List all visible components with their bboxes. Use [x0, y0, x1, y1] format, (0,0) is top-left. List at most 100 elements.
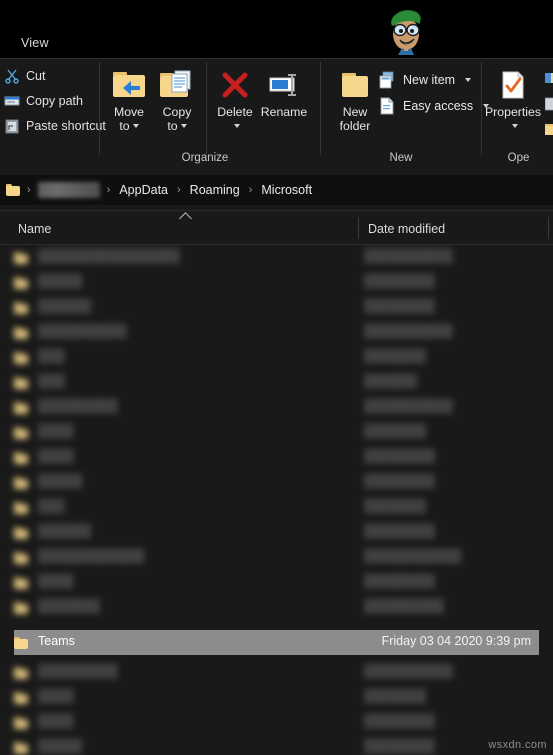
breadcrumb-user-redacted[interactable]	[37, 182, 100, 198]
list-item-redacted[interactable]: ███ ███████	[14, 345, 539, 370]
cartoon-avatar-watermark-icon	[378, 2, 434, 58]
copy-path-command[interactable]: Copy path	[4, 93, 83, 109]
copy-to-button[interactable]: Copy to	[148, 68, 206, 133]
chevron-down-icon[interactable]	[465, 78, 472, 82]
file-date-modified: ██████████	[364, 664, 453, 678]
file-name: ████	[38, 574, 74, 588]
file-date-modified: █████████	[364, 599, 444, 613]
new-item-icon	[378, 71, 396, 89]
file-list[interactable]: ████████████████ ██████████ █████ ████████ █…	[0, 245, 553, 755]
list-item-redacted[interactable]: ████ ████████	[14, 570, 539, 595]
breadcrumb-separator: ›	[177, 184, 181, 196]
file-name: ████████████	[38, 549, 145, 563]
breadcrumb-root-folder-icon[interactable]	[6, 184, 20, 196]
title-bar: View	[0, 0, 553, 58]
file-date-modified: ███████	[364, 689, 426, 703]
chevron-down-icon[interactable]	[180, 124, 187, 129]
list-item-redacted[interactable]: ██████████ ██████████	[14, 320, 539, 345]
folder-icon	[14, 666, 28, 684]
list-item-redacted[interactable]: █████████ ██████████	[14, 395, 539, 420]
site-watermark: wsxdn.com	[488, 739, 547, 751]
file-date-modified: ████████	[364, 274, 435, 288]
list-item-redacted[interactable]: ████ ████████	[14, 445, 539, 470]
history-command-partial[interactable]	[545, 123, 553, 142]
list-item-redacted[interactable]: ████████████████ ██████████	[14, 245, 539, 270]
easy-access-command[interactable]: Easy access	[378, 97, 490, 115]
folder-icon	[14, 576, 28, 594]
list-item-redacted[interactable]: ██████ ████████	[14, 520, 539, 545]
organize-group-label: Organize	[181, 152, 229, 164]
edit-command-partial[interactable]	[544, 97, 553, 116]
file-name: █████	[38, 739, 83, 753]
file-name: ████████████████	[38, 249, 180, 263]
new-folder-button[interactable]: New folder	[326, 68, 384, 133]
breadcrumb-roaming[interactable]: Roaming	[188, 183, 242, 197]
list-item-redacted[interactable]: ███████ █████████	[14, 595, 539, 620]
paste-shortcut-command[interactable]: Paste shortcut	[4, 118, 106, 134]
list-item-redacted[interactable]: ████████████ ███████████	[14, 545, 539, 570]
list-item-redacted[interactable]: █████ ████████	[14, 470, 539, 495]
file-name: █████████	[38, 399, 118, 413]
folder-icon	[14, 326, 28, 344]
paste-shortcut-label: Paste shortcut	[26, 119, 106, 133]
file-date-modified: ████████	[364, 299, 435, 313]
chevron-down-icon[interactable]	[233, 124, 240, 129]
folder-icon	[14, 601, 28, 619]
chevron-down-icon[interactable]	[132, 124, 139, 129]
file-date-modified: ██████	[364, 374, 418, 388]
folder-icon	[14, 526, 28, 544]
new-group-label: New	[389, 152, 413, 164]
breadcrumb-microsoft[interactable]: Microsoft	[259, 183, 314, 197]
easy-access-label: Easy access	[403, 99, 474, 113]
file-name: Teams	[38, 634, 75, 648]
list-item-selected[interactable]: Teams Friday 03 04 2020 9:39 pm	[14, 630, 539, 655]
list-item-redacted[interactable]: ██████ ████████	[14, 295, 539, 320]
copy-to-label-line1: Copy	[162, 105, 192, 119]
rename-button[interactable]: Rename	[255, 68, 313, 120]
ribbon-divider-open	[481, 62, 482, 155]
chevron-down-icon[interactable]	[511, 124, 518, 129]
folder-icon	[14, 476, 28, 494]
ribbon-divider-new	[320, 62, 321, 155]
folder-icon	[14, 551, 28, 569]
new-item-command[interactable]: New item	[378, 71, 472, 89]
scissors-icon	[4, 68, 20, 84]
file-date-modified: ██████████	[364, 249, 453, 263]
tab-view[interactable]: View	[21, 36, 49, 50]
file-name: ██████	[38, 299, 92, 313]
folder-icon	[14, 276, 28, 294]
paste-shortcut-icon	[4, 118, 20, 134]
open-command-partial[interactable]	[545, 71, 553, 90]
column-divider-2[interactable]	[548, 217, 549, 239]
file-date-modified: ████████	[364, 524, 435, 538]
column-header-date-modified[interactable]: Date modified	[368, 222, 445, 236]
list-item-redacted[interactable]: █████ ████████	[14, 735, 539, 755]
properties-button[interactable]: Properties	[484, 68, 542, 133]
file-date-modified: ███████	[364, 499, 426, 513]
folder-icon	[14, 636, 28, 654]
file-date-modified: ████████	[364, 739, 435, 753]
list-item-redacted[interactable]: ███ ██████	[14, 370, 539, 395]
cut-command[interactable]: Cut	[4, 68, 45, 84]
properties-icon	[484, 68, 542, 102]
list-item-redacted[interactable]: ███ ███████	[14, 495, 539, 520]
list-item-redacted[interactable]: █████ ████████	[14, 270, 539, 295]
list-item-redacted[interactable]: █████████ ██████████	[14, 660, 539, 685]
copy-path-icon	[4, 93, 20, 109]
column-divider-1[interactable]	[358, 217, 359, 239]
column-header-name[interactable]: Name	[18, 222, 51, 236]
list-item-redacted[interactable]: ████ ███████	[14, 420, 539, 445]
breadcrumb-appdata[interactable]: AppData	[117, 183, 170, 197]
file-date-modified: Friday 03 04 2020 9:39 pm	[381, 634, 531, 648]
folder-icon	[14, 401, 28, 419]
address-bar[interactable]: › › AppData › Roaming › Microsoft	[0, 175, 553, 205]
list-item-redacted[interactable]: ████ ███████	[14, 685, 539, 710]
file-date-modified: ███████████	[364, 549, 462, 563]
list-item-redacted[interactable]: ████ ████████	[14, 710, 539, 735]
file-date-modified: ███████	[364, 349, 426, 363]
folder-icon	[14, 251, 28, 269]
new-folder-icon	[326, 68, 384, 102]
file-name: ██████████	[38, 324, 127, 338]
folder-icon	[14, 376, 28, 394]
file-name: ██████	[38, 524, 92, 538]
